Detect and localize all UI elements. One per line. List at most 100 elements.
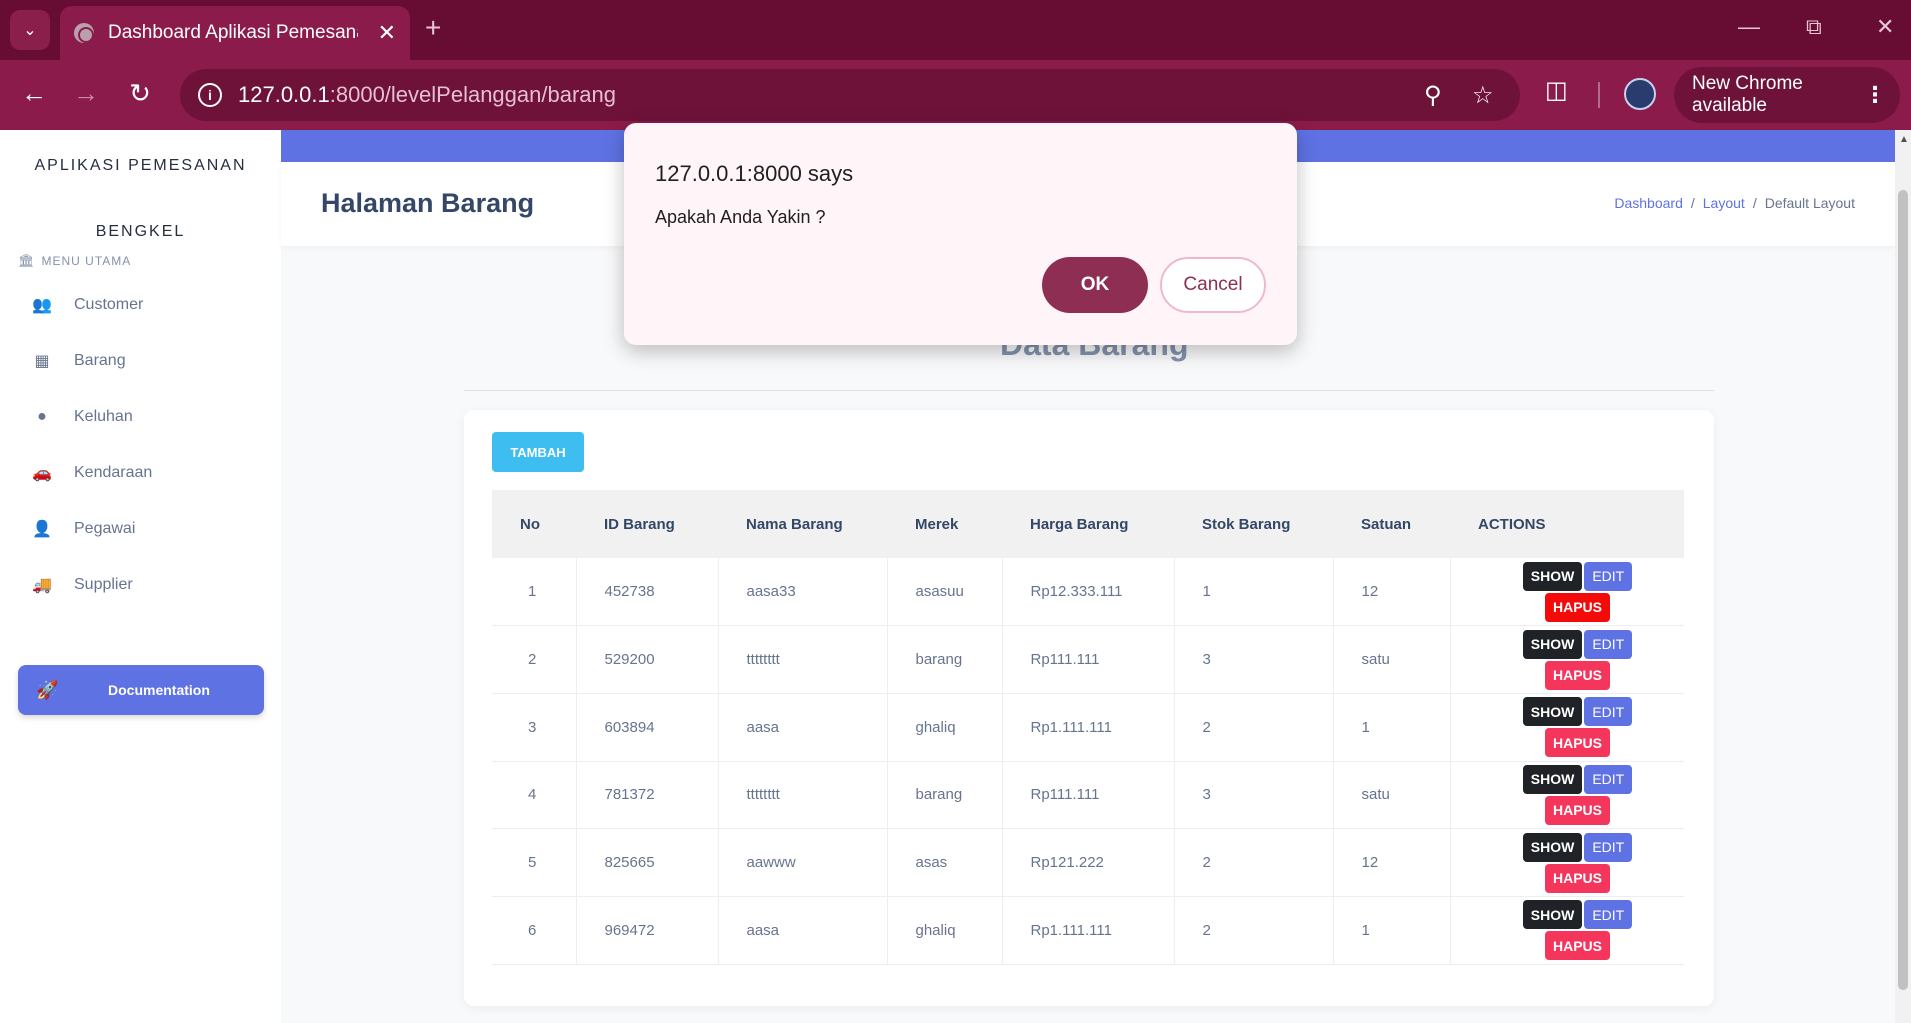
- new-chrome-label: New Chrome available: [1692, 73, 1803, 116]
- kebab-menu-icon[interactable]: ⋮: [1864, 82, 1886, 108]
- reload-icon[interactable]: ↻: [122, 78, 158, 109]
- sidebar-item-supplier[interactable]: 🚚 Supplier: [0, 557, 281, 613]
- table-cell-nama: aasa: [718, 896, 888, 965]
- table-cell-actions: SHOW EDIT HAPUS: [1450, 828, 1684, 897]
- hapus-button[interactable]: HAPUS: [1544, 592, 1610, 622]
- breadcrumb-layout[interactable]: Layout: [1703, 195, 1745, 211]
- sidebar-item-label: Kendaraan: [74, 464, 153, 482]
- close-tab-icon[interactable]: ✕: [378, 20, 396, 46]
- documentation-button[interactable]: 🚀 Documentation: [18, 665, 264, 715]
- window-close-icon[interactable]: ✕: [1876, 14, 1894, 40]
- edit-button[interactable]: EDIT: [1584, 629, 1633, 659]
- table-cell-nama: aasa33: [718, 558, 888, 627]
- institution-icon: 🏛: [18, 253, 36, 269]
- table-cell-harga: Rp1.111.111: [1002, 896, 1175, 965]
- sidebar-item-pegawai[interactable]: 👤 Pegawai: [0, 501, 281, 557]
- breadcrumb-dashboard[interactable]: Dashboard: [1614, 195, 1683, 211]
- sidebar-item-keluhan[interactable]: ● Keluhan: [0, 389, 281, 445]
- users-icon: 👥: [32, 297, 52, 315]
- table-cell-merek: barang: [887, 625, 1003, 694]
- table-cell-id: 452738: [576, 558, 719, 627]
- browser-tab-bar: ⌄ Dashboard Aplikasi Pemesanan ✕ + — ⧉ ✕: [0, 0, 1911, 60]
- column-header: Harga Barang: [1002, 490, 1174, 558]
- column-header: ID Barang: [576, 490, 718, 558]
- edit-button[interactable]: EDIT: [1584, 697, 1633, 727]
- site-info-icon[interactable]: i: [198, 83, 222, 107]
- add-button[interactable]: TAMBAH: [492, 432, 584, 472]
- column-header: Nama Barang: [718, 490, 887, 558]
- toolbar-separator: [1598, 82, 1600, 108]
- new-tab-icon[interactable]: +: [425, 12, 441, 44]
- table-cell-harga: Rp121.222: [1002, 828, 1175, 897]
- row-actions: SHOW EDIT HAPUS: [1513, 764, 1643, 825]
- confirm-dialog: 127.0.0.1:8000 says Apakah Anda Yakin ? …: [624, 123, 1297, 345]
- forward-icon[interactable]: →: [68, 78, 104, 109]
- column-header: Stok Barang: [1174, 490, 1333, 558]
- sidebar-item-customer[interactable]: 👥 Customer: [0, 277, 281, 333]
- table-cell-merek: ghaliq: [887, 693, 1003, 762]
- row-actions: SHOW EDIT HAPUS: [1513, 697, 1643, 758]
- ok-button[interactable]: OK: [1042, 257, 1148, 313]
- hapus-button[interactable]: HAPUS: [1544, 660, 1610, 690]
- show-button[interactable]: SHOW: [1522, 832, 1583, 862]
- edit-button[interactable]: EDIT: [1584, 832, 1633, 862]
- back-icon[interactable]: ←: [16, 78, 52, 109]
- table-cell-satuan: 1: [1333, 896, 1451, 965]
- table-cell-satuan: 12: [1333, 828, 1451, 897]
- hapus-button[interactable]: HAPUS: [1544, 728, 1610, 758]
- truck-icon: 🚚: [32, 577, 52, 595]
- box-icon: ▦: [34, 353, 50, 371]
- minimize-icon[interactable]: —: [1738, 14, 1760, 40]
- scrollbar-thumb[interactable]: [1898, 190, 1908, 990]
- column-header: Satuan: [1333, 490, 1450, 558]
- table-cell-no: 2: [492, 625, 577, 694]
- table-cell-actions: SHOW EDIT HAPUS: [1450, 896, 1684, 965]
- browser-tab-active[interactable]: Dashboard Aplikasi Pemesanan ✕: [60, 6, 410, 60]
- table-cell-nama: tttttttt: [718, 761, 888, 830]
- table-cell-nama: aasa: [718, 693, 888, 762]
- show-button[interactable]: SHOW: [1522, 764, 1583, 794]
- cancel-button[interactable]: Cancel: [1160, 257, 1266, 313]
- documentation-label: Documentation: [108, 682, 210, 698]
- address-bar[interactable]: i 127.0.0.1:8000/levelPelanggan/barang ⚲…: [180, 69, 1520, 121]
- edit-button[interactable]: EDIT: [1584, 900, 1633, 930]
- table-cell-harga: Rp111.111: [1002, 761, 1175, 830]
- sidebar-item-label: Customer: [74, 296, 144, 314]
- table-cell-no: 5: [492, 828, 577, 897]
- zoom-icon[interactable]: ⚲: [1424, 81, 1442, 110]
- hapus-button[interactable]: HAPUS: [1544, 795, 1610, 825]
- sidebar: APLIKASI PEMESANAN BENGKEL 🏛 MENU UTAMA …: [0, 130, 281, 1023]
- table-cell-harga: Rp1.111.111: [1002, 693, 1175, 762]
- restore-icon[interactable]: ⧉: [1806, 14, 1822, 40]
- show-button[interactable]: SHOW: [1522, 697, 1583, 727]
- brand-subtitle: BENGKEL: [95, 223, 186, 241]
- table-cell-stok: 3: [1174, 761, 1334, 830]
- hapus-button[interactable]: HAPUS: [1544, 863, 1610, 893]
- bookmark-star-icon[interactable]: ☆: [1472, 81, 1494, 110]
- edit-button[interactable]: EDIT: [1584, 561, 1633, 591]
- table-cell-no: 3: [492, 693, 577, 762]
- table-cell-actions: SHOW EDIT HAPUS: [1450, 625, 1684, 694]
- scroll-up-icon[interactable]: ▲: [1899, 134, 1909, 145]
- sidebar-item-kendaraan[interactable]: 🚗 Kendaraan: [0, 445, 281, 501]
- show-button[interactable]: SHOW: [1522, 629, 1583, 659]
- table-cell-no: 6: [492, 896, 577, 965]
- new-chrome-available-button[interactable]: New Chrome available ⋮: [1674, 67, 1900, 123]
- page-title: Halaman Barang: [321, 188, 535, 218]
- sidebar-item-barang[interactable]: ▦ Barang: [0, 333, 281, 389]
- extensions-icon[interactable]: ◫: [1545, 76, 1568, 105]
- sidebar-item-label: Keluhan: [74, 408, 133, 426]
- show-button[interactable]: SHOW: [1522, 561, 1583, 591]
- table-cell-no: 4: [492, 761, 577, 830]
- table-cell-stok: 2: [1174, 896, 1334, 965]
- hapus-button[interactable]: HAPUS: [1544, 931, 1610, 961]
- profile-avatar[interactable]: [1624, 78, 1656, 110]
- tab-search-button[interactable]: ⌄: [10, 10, 50, 50]
- table-cell-nama: tttttttt: [718, 625, 888, 694]
- column-header: No: [492, 490, 576, 558]
- row-actions: SHOW EDIT HAPUS: [1513, 900, 1643, 961]
- edit-button[interactable]: EDIT: [1584, 764, 1633, 794]
- table-row: 6 969472 aasa ghaliq Rp1.111.111 2 1 SHOW EDIT HA…: [492, 896, 1684, 965]
- row-actions: SHOW EDIT HAPUS: [1513, 561, 1643, 622]
- show-button[interactable]: SHOW: [1522, 900, 1583, 930]
